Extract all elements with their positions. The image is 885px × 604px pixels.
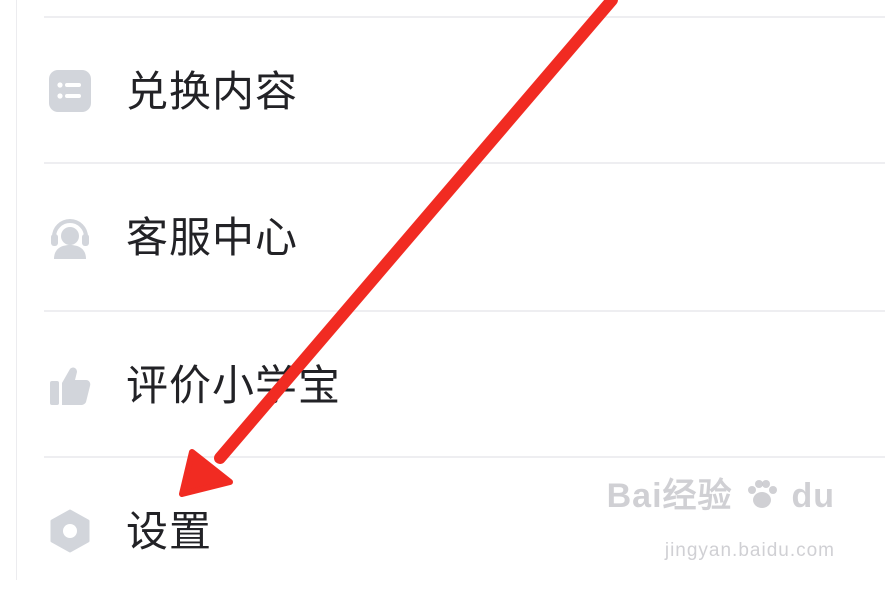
menu-item-label: 兑换内容 — [126, 67, 299, 116]
watermark-brand-du: du — [791, 477, 835, 516]
thumbs-up-icon — [48, 363, 92, 407]
watermark-logo: Bai经验 du — [607, 468, 835, 520]
menu-item-rate-app[interactable]: 评价小学宝 — [0, 312, 885, 458]
watermark-url: jingyan.baidu.com — [664, 540, 835, 561]
watermark-brand: Bai经验 — [606, 477, 733, 516]
menu-item-label: 客服中心 — [126, 213, 299, 262]
menu-item-redeem-content[interactable]: 兑换内容 — [0, 18, 885, 164]
paw-icon — [745, 477, 779, 520]
hexagon-settings-icon — [48, 509, 92, 553]
menu-item-label: 设置 — [126, 507, 213, 556]
menu-item-label: 评价小学宝 — [126, 361, 342, 410]
headset-icon — [48, 215, 92, 259]
menu-item-customer-service[interactable]: 客服中心 — [0, 164, 885, 310]
list-icon — [48, 69, 92, 113]
